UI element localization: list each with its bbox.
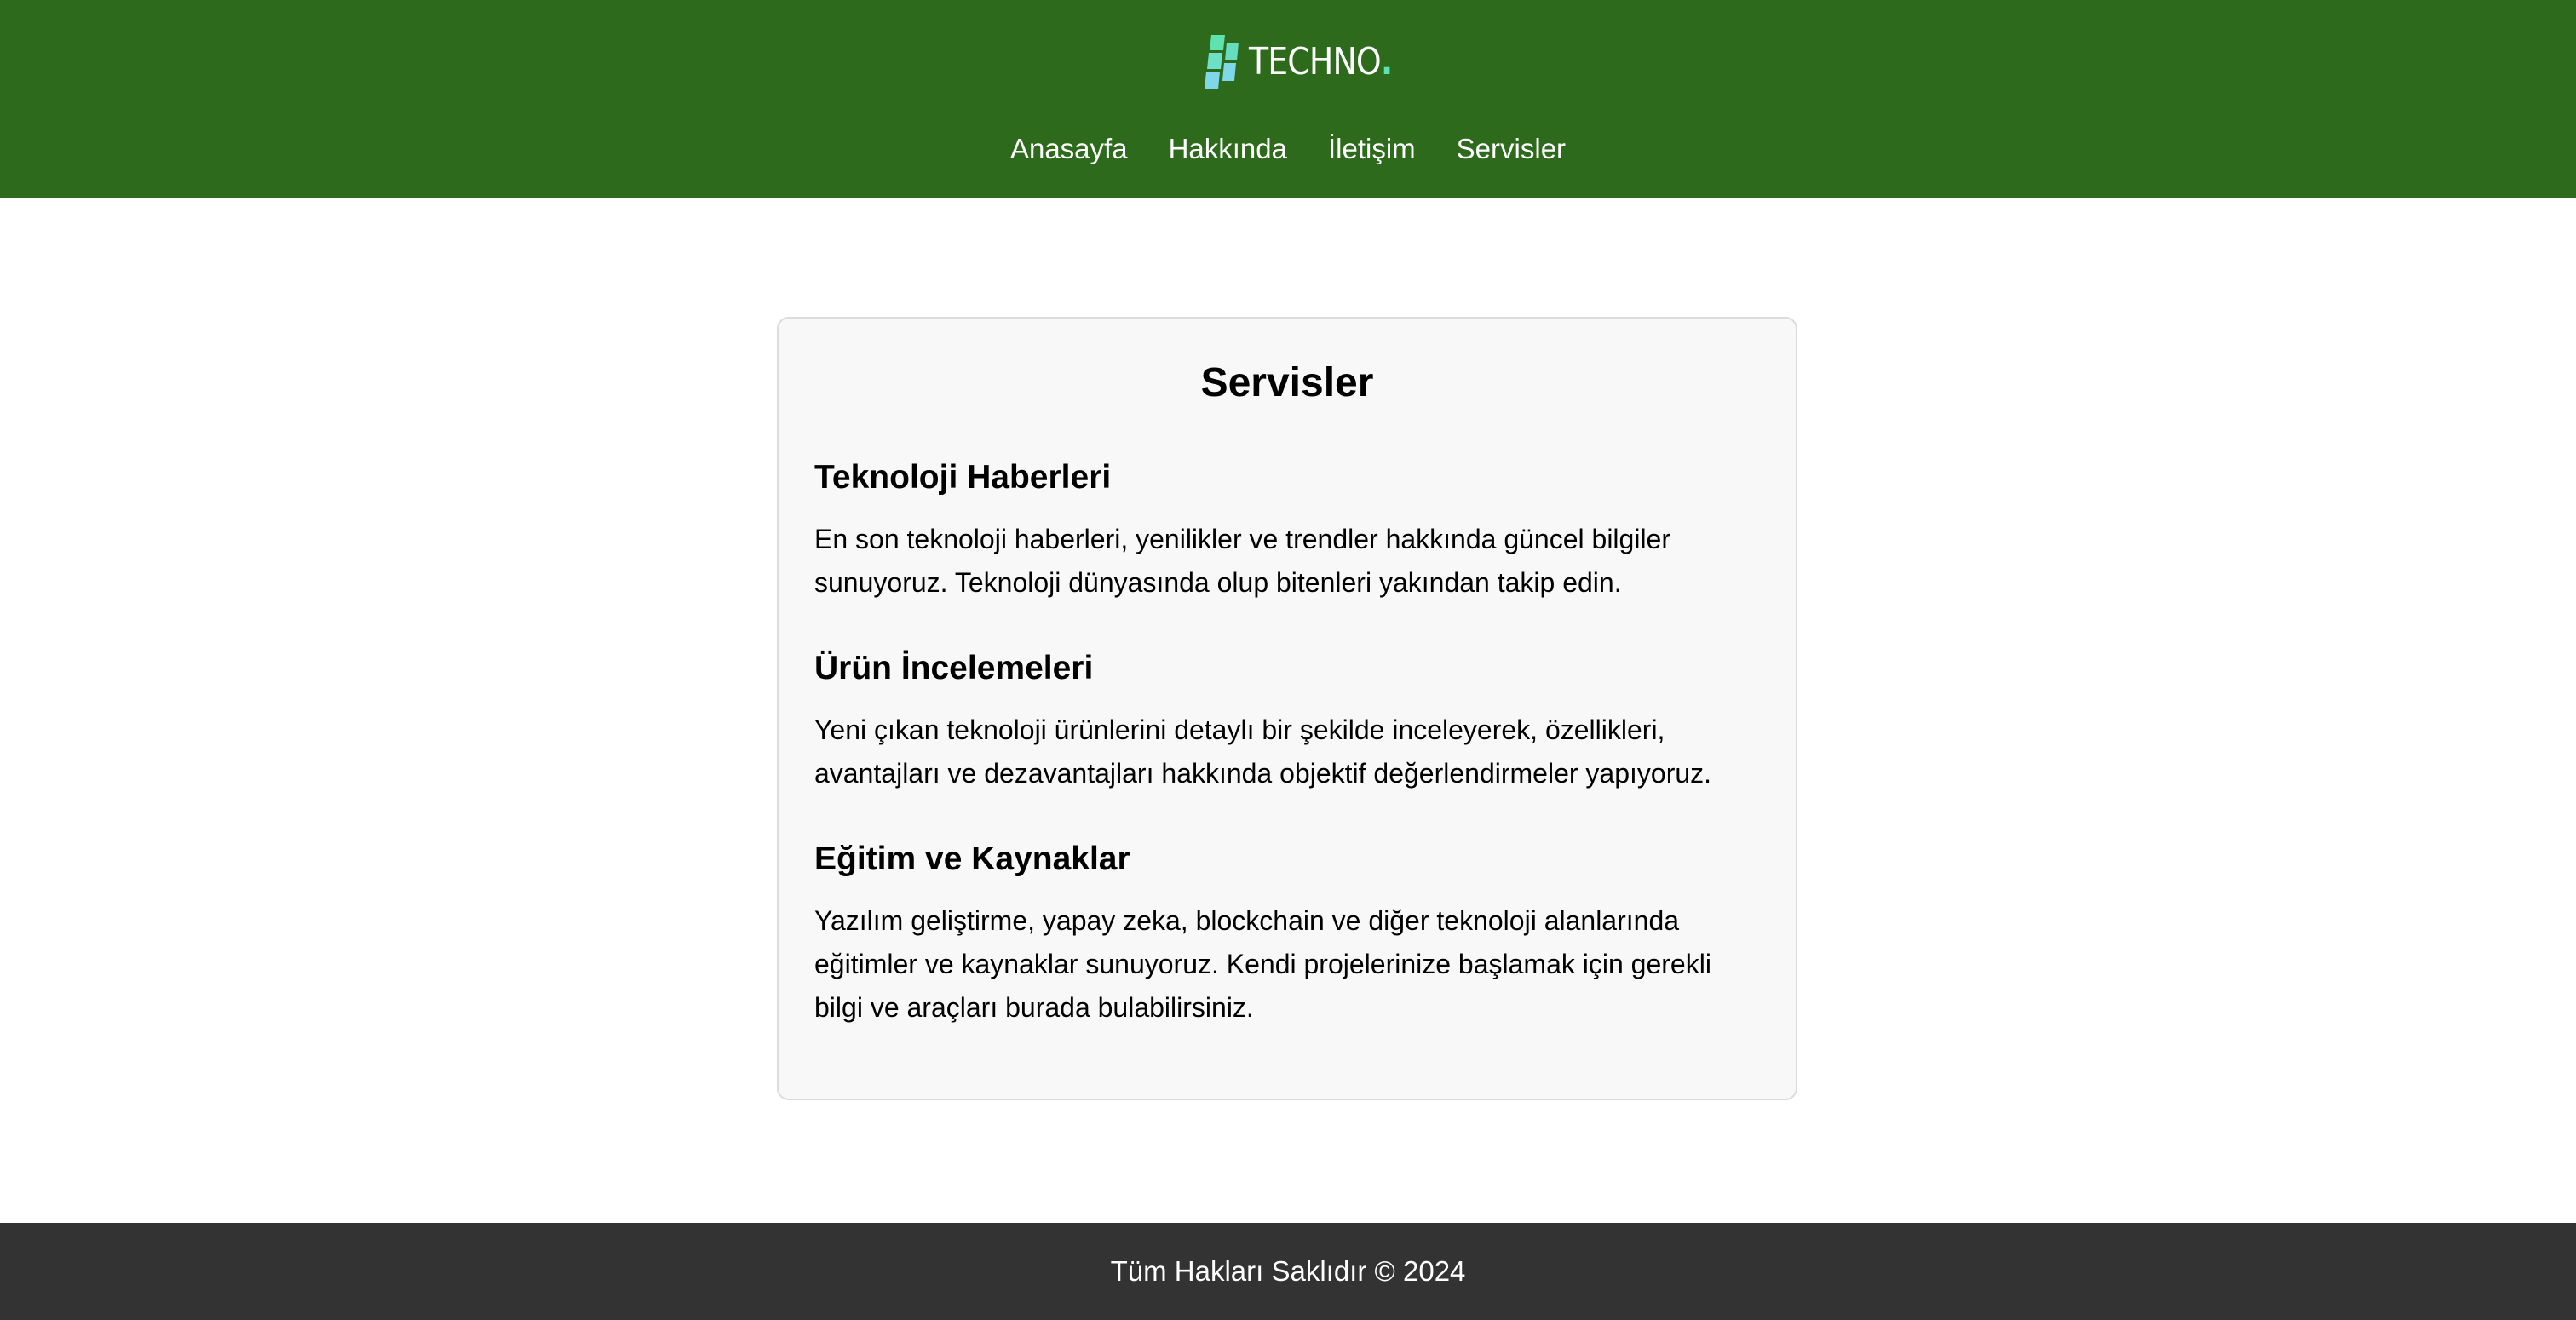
page: TECHNO. Anasayfa Hakkında İletişim Servi… [0, 0, 2576, 1320]
nav-item-hakkinda[interactable]: Hakkında [1169, 126, 1287, 172]
copyright-text: Tüm Hakları Saklıdır © 2024 [1110, 1255, 1466, 1287]
main-nav: Anasayfa Hakkında İletişim Servisler [0, 126, 2576, 172]
site-header: TECHNO. Anasayfa Hakkında İletişim Servi… [0, 0, 2576, 198]
logo-wordmark: TECHNO. [1249, 40, 1393, 83]
services-card: Servisler Teknoloji Haberleri En son tek… [777, 317, 1797, 1100]
service-section-education: Eğitim ve Kaynaklar Yazılım geliştirme, … [814, 838, 1760, 1030]
section-heading: Teknoloji Haberleri [814, 459, 1112, 496]
service-section-tech-news: Teknoloji Haberleri En son teknoloji hab… [814, 456, 1760, 605]
page-title: Servisler [1200, 360, 1374, 405]
logo-dot: . [1380, 40, 1393, 83]
logo-text: TECHNO [1249, 40, 1382, 83]
nav-item-anasayfa[interactable]: Anasayfa [1010, 126, 1128, 172]
section-text: Yazılım geliştirme, yapay zeka, blockcha… [814, 905, 1711, 1023]
section-text: En son teknoloji haberleri, yenilikler v… [814, 524, 1670, 598]
site-footer: Tüm Hakları Saklıdır © 2024 [0, 1223, 2576, 1320]
techno-logo-icon [1205, 35, 1239, 89]
service-section-product-reviews: Ürün İncelemeleri Yeni çıkan teknoloji ü… [814, 647, 1760, 795]
section-heading: Eğitim ve Kaynaklar [814, 841, 1130, 877]
section-heading: Ürün İncelemeleri [814, 650, 1094, 686]
nav-item-iletisim[interactable]: İletişim [1328, 126, 1416, 172]
nav-item-servisler[interactable]: Servisler [1457, 126, 1566, 172]
site-logo[interactable]: TECHNO. [1203, 34, 1416, 90]
section-text: Yeni çıkan teknoloji ürünlerini detaylı … [814, 715, 1712, 789]
